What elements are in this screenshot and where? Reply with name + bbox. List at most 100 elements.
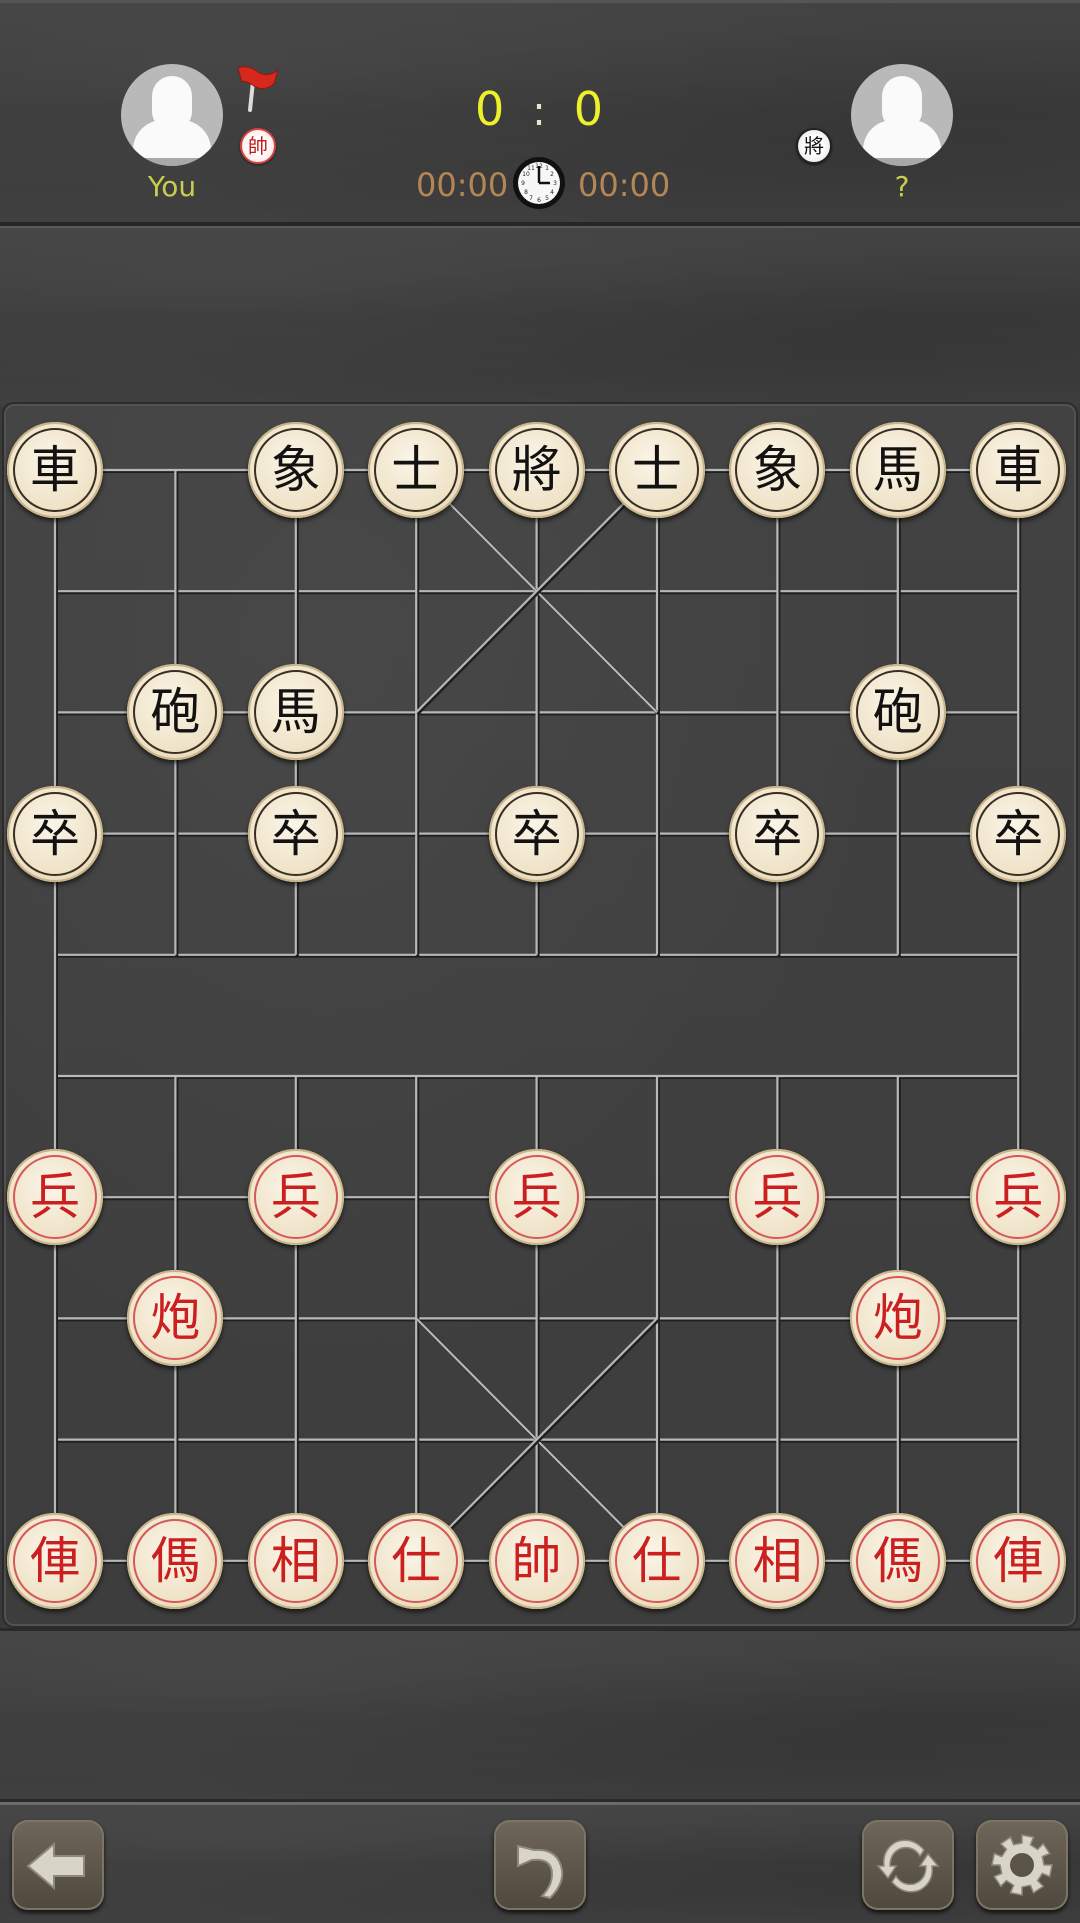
piece-red[interactable]: 俥 (970, 1512, 1067, 1609)
bottom-spacer (0, 1628, 1080, 1805)
piece-black[interactable]: 馬 (247, 664, 344, 761)
piece-red[interactable]: 兵 (970, 1149, 1067, 1246)
player-avatar-opponent[interactable] (851, 64, 953, 166)
arrow-left-icon (26, 1841, 85, 1891)
piece-black[interactable]: 砲 (849, 664, 946, 761)
piece-black[interactable]: 卒 (488, 785, 585, 882)
gear-icon (991, 1834, 1053, 1896)
side-piece-opponent: 將 (796, 128, 832, 164)
piece-black[interactable]: 卒 (7, 785, 103, 882)
piece-red[interactable]: 相 (247, 1512, 344, 1609)
piece-black[interactable]: 卒 (247, 785, 344, 882)
piece-label: 卒 (270, 804, 321, 863)
timer-left: 00:00 (416, 166, 509, 204)
piece-label: 仕 (391, 1531, 442, 1590)
piece-red[interactable]: 兵 (7, 1149, 103, 1246)
piece-label: 馬 (872, 441, 923, 499)
piece-label: 車 (30, 441, 80, 499)
refresh-icon (876, 1839, 940, 1893)
piece-black[interactable]: 馬 (849, 422, 946, 518)
piece-black[interactable]: 車 (7, 422, 103, 518)
piece-red[interactable]: 相 (729, 1512, 826, 1609)
piece-label: 炮 (150, 1289, 201, 1348)
piece-red[interactable]: 仕 (609, 1512, 705, 1609)
piece-black[interactable]: 卒 (970, 785, 1067, 882)
piece-label: 砲 (872, 683, 923, 742)
piece-label: 俥 (30, 1531, 80, 1590)
svg-text:8: 8 (524, 189, 528, 196)
piece-label: 兵 (752, 1168, 803, 1227)
piece-label: 卒 (511, 804, 562, 863)
piece-label: 卒 (752, 804, 803, 863)
svg-text:3: 3 (553, 180, 557, 187)
piece-red[interactable]: 兵 (729, 1149, 826, 1246)
piece-label: 兵 (511, 1168, 562, 1227)
score-separator: : (532, 89, 548, 135)
undo-icon (517, 1844, 564, 1900)
svg-text:6: 6 (537, 197, 541, 204)
svg-text:1: 1 (545, 165, 549, 172)
svg-text:7: 7 (529, 195, 533, 202)
piece-black[interactable]: 車 (970, 422, 1067, 518)
piece-label: 士 (391, 441, 442, 499)
piece-black[interactable]: 卒 (729, 785, 826, 882)
piece-label: 兵 (993, 1168, 1044, 1227)
board-grid (53, 468, 1022, 1564)
piece-black[interactable]: 士 (368, 422, 465, 518)
score-right: 0 (573, 82, 606, 136)
piece-label: 炮 (872, 1289, 923, 1348)
settings-button[interactable] (976, 1820, 1068, 1910)
piece-label: 車 (993, 441, 1044, 499)
piece-red[interactable]: 仕 (368, 1512, 465, 1609)
piece-black[interactable]: 象 (247, 422, 344, 518)
restart-button[interactable] (862, 1820, 954, 1910)
red-flag-icon[interactable] (236, 62, 282, 114)
piece-red[interactable]: 傌 (849, 1512, 946, 1609)
back-button[interactable] (12, 1820, 104, 1910)
svg-text:10: 10 (522, 171, 530, 178)
piece-label: 相 (752, 1531, 803, 1590)
piece-label: 兵 (270, 1168, 321, 1227)
piece-black[interactable]: 士 (609, 422, 705, 518)
piece-label: 俥 (993, 1531, 1044, 1590)
xiangqi-board[interactable]: 車象士將士象馬車砲馬砲卒卒卒卒卒兵兵兵兵兵炮炮俥傌相仕帥仕相傌俥 (4, 404, 1076, 1626)
piece-black[interactable]: 將 (488, 422, 585, 518)
piece-label: 將 (511, 441, 562, 499)
piece-label: 馬 (270, 683, 321, 742)
top-spacer (0, 226, 1080, 406)
timer-right: 00:00 (578, 166, 671, 204)
piece-label: 象 (752, 441, 803, 499)
piece-label: 傌 (150, 1531, 201, 1590)
player-name-opponent: ? (894, 170, 910, 203)
piece-label: 砲 (150, 683, 201, 742)
game-header: 帥 You 0:0 00:00 1212 345 678 91011 00:00… (0, 0, 1080, 226)
piece-red[interactable]: 傌 (127, 1512, 224, 1609)
svg-text:5: 5 (545, 195, 549, 202)
piece-red[interactable]: 炮 (127, 1270, 224, 1367)
piece-red[interactable]: 兵 (247, 1149, 344, 1246)
side-piece-you: 帥 (240, 128, 276, 164)
piece-label: 仕 (632, 1531, 682, 1590)
undo-button[interactable] (494, 1820, 586, 1910)
piece-label: 相 (270, 1531, 321, 1590)
score-display: 0:0 (440, 82, 640, 136)
clock-icon: 1212 345 678 91011 (513, 157, 565, 209)
piece-red[interactable]: 俥 (7, 1512, 103, 1609)
piece-black[interactable]: 砲 (127, 664, 224, 761)
player-avatar-you[interactable] (121, 64, 223, 166)
player-name-you: You (147, 170, 197, 203)
svg-text:4: 4 (550, 189, 554, 196)
piece-red[interactable]: 兵 (488, 1149, 585, 1246)
piece-label: 卒 (993, 804, 1044, 863)
piece-label: 卒 (30, 804, 80, 863)
piece-label: 帥 (511, 1531, 562, 1590)
piece-red[interactable]: 帥 (488, 1512, 585, 1609)
svg-text:9: 9 (521, 180, 525, 187)
piece-label: 士 (632, 441, 682, 499)
score-left: 0 (474, 82, 507, 136)
piece-black[interactable]: 象 (729, 422, 826, 518)
piece-red[interactable]: 炮 (849, 1270, 946, 1367)
piece-label: 傌 (872, 1531, 923, 1590)
svg-text:11: 11 (527, 165, 535, 172)
piece-label: 兵 (30, 1168, 80, 1227)
